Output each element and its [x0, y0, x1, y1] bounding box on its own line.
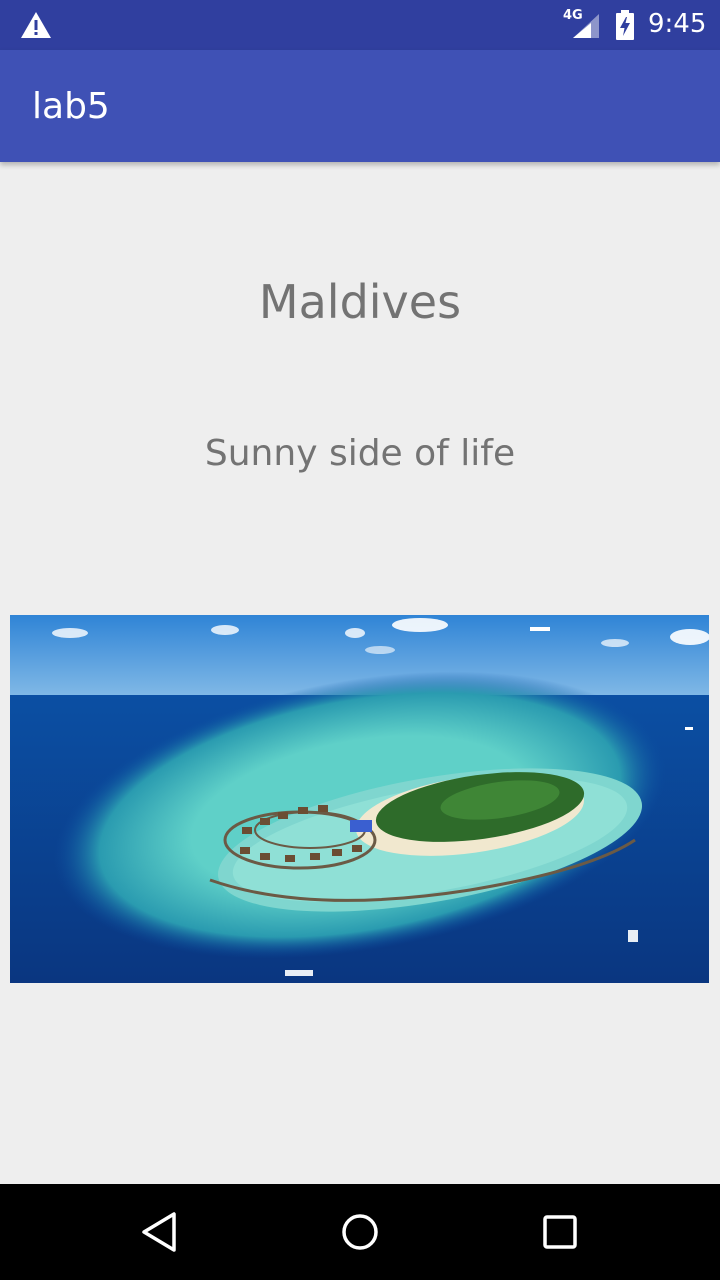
island-photo-illustration: [10, 615, 709, 983]
battery-charging-icon: [616, 10, 634, 40]
back-icon[interactable]: [136, 1208, 184, 1256]
app-bar: lab5: [0, 50, 720, 162]
clock: 9:45: [648, 9, 707, 39]
island-photo: [10, 615, 709, 983]
home-icon[interactable]: [336, 1208, 384, 1256]
page-title: Maldives: [258, 275, 462, 329]
warning-icon: [21, 12, 51, 38]
status-bar: 4G 9:45: [0, 0, 720, 50]
app-title: lab5: [32, 86, 110, 127]
recents-icon[interactable]: [536, 1208, 584, 1256]
page-subtitle: Sunny side of life: [204, 433, 516, 474]
signal-icon: [573, 14, 599, 38]
navigation-bar: [0, 1184, 720, 1280]
